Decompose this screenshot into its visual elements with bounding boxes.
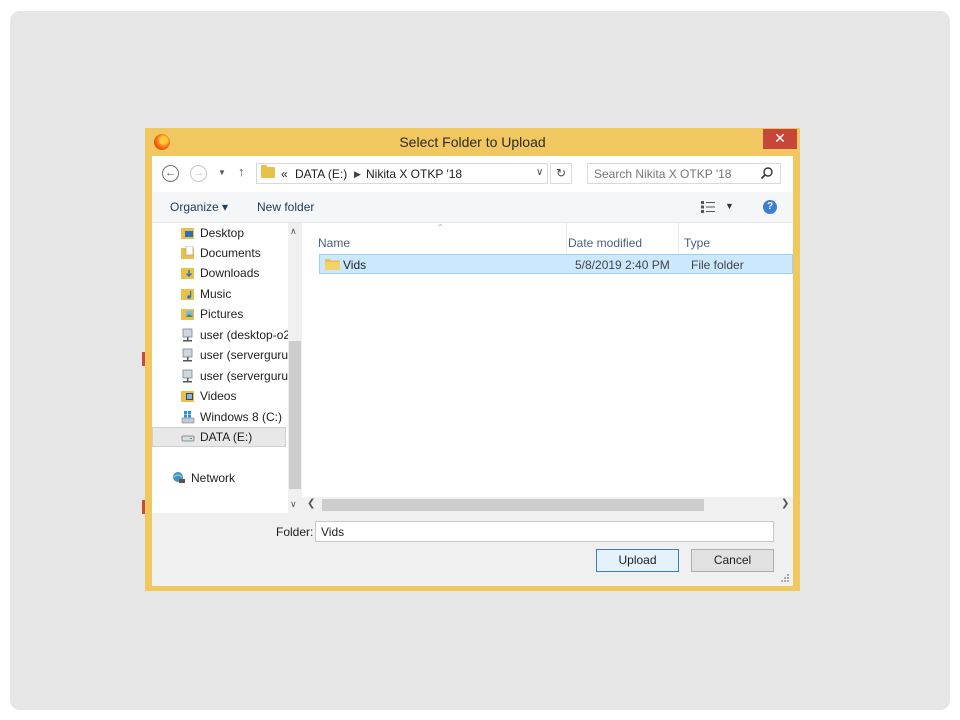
nav-label: Videos xyxy=(200,389,237,403)
breadcrumb[interactable]: « DATA (E:) ▶ Nikita X OTKP '18 ∨ xyxy=(256,163,548,184)
nav-item-music[interactable]: Music xyxy=(152,284,302,304)
nav-label: DATA (E:) xyxy=(200,430,253,444)
network-drive-icon xyxy=(182,369,193,383)
scroll-thumb[interactable] xyxy=(322,499,704,511)
cancel-button[interactable]: Cancel xyxy=(691,549,774,572)
new-folder-button[interactable]: New folder xyxy=(257,200,314,214)
nav-item-documents[interactable]: Documents xyxy=(152,243,302,263)
select-folder-dialog: Select Folder to Upload ✕ ← → ▼ ↑ « DATA… xyxy=(145,128,800,591)
help-icon[interactable]: ? xyxy=(763,200,777,214)
column-header-type[interactable]: Type xyxy=(684,236,710,250)
organize-button[interactable]: Organize ▾ xyxy=(170,200,228,214)
nav-label: Windows 8 (C:) xyxy=(200,410,283,424)
nav-item-videos[interactable]: Videos xyxy=(152,386,302,406)
nav-item-desktop[interactable]: Desktop xyxy=(152,223,302,243)
nav-item-user-serverguru[interactable]: user (serverguru) xyxy=(152,345,302,365)
forward-button[interactable]: → xyxy=(190,165,207,182)
file-type: File folder xyxy=(691,258,744,272)
folder-icon xyxy=(325,259,340,270)
nav-label: Network xyxy=(191,471,236,485)
nav-label: Downloads xyxy=(200,266,260,280)
folder-input[interactable] xyxy=(315,521,774,542)
network-drive-icon xyxy=(182,328,193,342)
dialog-title: Select Folder to Upload xyxy=(399,134,546,150)
scroll-down-icon[interactable]: ∨ xyxy=(290,499,297,510)
music-folder-icon xyxy=(181,289,194,300)
videos-folder-icon xyxy=(181,391,194,402)
chevron-down-icon[interactable]: ∨ xyxy=(536,167,543,178)
breadcrumb-item-data[interactable]: DATA (E:) xyxy=(295,167,347,181)
column-header-date[interactable]: Date modified xyxy=(568,236,642,250)
nav-scrollbar[interactable]: ∧ ∨ xyxy=(288,223,302,513)
nav-item-user-desktop[interactable]: user (desktop-o2 xyxy=(152,325,302,345)
close-button[interactable]: ✕ xyxy=(763,129,797,149)
command-bar: Organize ▾ New folder ▼ ? xyxy=(152,192,793,223)
nav-item-pictures[interactable]: Pictures xyxy=(152,304,302,324)
view-options-icon[interactable] xyxy=(701,201,715,213)
documents-folder-icon xyxy=(181,246,194,259)
pictures-folder-icon xyxy=(181,309,194,320)
scroll-up-icon[interactable]: ∧ xyxy=(290,226,297,237)
scroll-left-icon[interactable]: ❮ xyxy=(307,498,315,509)
search-icon[interactable] xyxy=(760,166,774,180)
column-header-name[interactable]: Name xyxy=(318,236,350,250)
downloads-folder-icon xyxy=(181,268,194,279)
file-date: 5/8/2019 2:40 PM xyxy=(575,258,670,272)
nav-label: user (serverguru2 xyxy=(200,369,295,383)
breadcrumb-prefix[interactable]: « xyxy=(281,167,288,181)
view-dropdown-icon[interactable]: ▼ xyxy=(725,201,734,211)
folder-label: Folder: xyxy=(276,525,314,539)
nav-label: user (desktop-o2 xyxy=(200,328,291,342)
navigation-pane: Desktop Documents Downloads Music Pictur… xyxy=(152,223,302,513)
table-row[interactable]: Vids 5/8/2019 2:40 PM File folder xyxy=(319,254,793,274)
dialog-footer: Folder: Upload Cancel xyxy=(152,513,793,586)
desktop-folder-icon xyxy=(181,228,194,239)
refresh-button[interactable]: ↻ xyxy=(550,163,572,184)
resize-grip-icon[interactable] xyxy=(780,573,790,583)
search-box[interactable] xyxy=(587,163,781,184)
nav-item-windows-c[interactable]: Windows 8 (C:) xyxy=(152,407,302,427)
nav-label: Pictures xyxy=(200,307,244,321)
nav-label: Music xyxy=(200,287,232,301)
back-button[interactable]: ← xyxy=(162,165,179,182)
nav-item-data-e[interactable]: DATA (E:) xyxy=(152,427,286,447)
column-divider[interactable] xyxy=(566,223,567,253)
file-list: ⌃ Name Date modified Type Vids 5/8/2019 … xyxy=(302,223,793,513)
address-row: ← → ▼ ↑ « DATA (E:) ▶ Nikita X OTKP '18 … xyxy=(152,156,793,192)
title-bar[interactable]: Select Folder to Upload ✕ xyxy=(145,128,800,156)
sort-ascending-icon: ⌃ xyxy=(437,223,444,232)
nav-label: Desktop xyxy=(200,226,245,240)
network-icon xyxy=(173,472,185,483)
scroll-right-icon[interactable]: ❯ xyxy=(781,498,789,509)
upload-button[interactable]: Upload xyxy=(596,549,679,572)
dialog-client: ← → ▼ ↑ « DATA (E:) ▶ Nikita X OTKP '18 … xyxy=(152,156,793,586)
nav-item-downloads[interactable]: Downloads xyxy=(152,263,302,283)
scroll-thumb[interactable] xyxy=(289,341,301,489)
breadcrumb-item-current[interactable]: Nikita X OTKP '18 xyxy=(366,167,462,181)
folder-icon xyxy=(261,165,275,178)
file-name: Vids xyxy=(343,258,367,272)
horizontal-scrollbar[interactable]: ❮ ❯ xyxy=(302,497,793,513)
nav-label: Documents xyxy=(200,246,261,260)
windows-drive-icon xyxy=(181,411,195,424)
drive-icon xyxy=(181,435,195,442)
search-input[interactable] xyxy=(594,166,754,181)
nav-label: user (serverguru) xyxy=(200,348,293,362)
recent-locations-icon[interactable]: ▼ xyxy=(218,168,226,177)
network-drive-icon xyxy=(182,348,193,362)
column-divider[interactable] xyxy=(678,223,679,253)
chevron-right-icon[interactable]: ▶ xyxy=(354,169,361,180)
up-arrow-icon[interactable]: ↑ xyxy=(238,164,245,179)
nav-item-network[interactable]: Network xyxy=(152,468,302,488)
nav-item-user-serverguru2[interactable]: user (serverguru2 xyxy=(152,366,302,386)
